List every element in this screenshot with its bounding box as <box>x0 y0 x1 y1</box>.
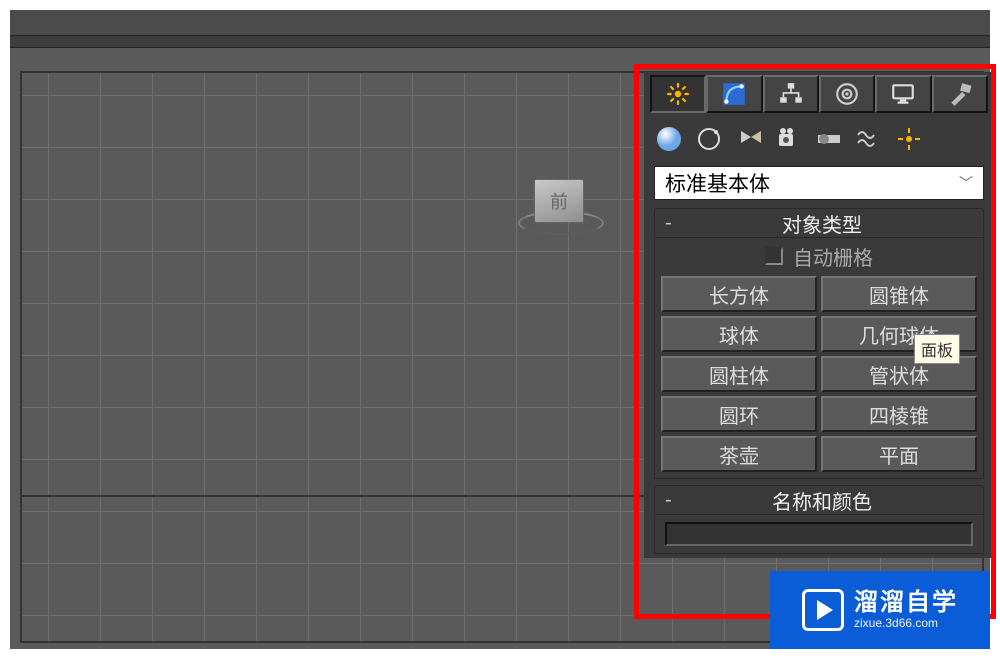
obj-btn-sphere[interactable]: 球体 <box>661 316 817 352</box>
obj-btn-teapot[interactable]: 茶壶 <box>661 436 817 472</box>
view-cube[interactable]: 前 <box>524 177 596 249</box>
category-helpers[interactable] <box>812 122 846 156</box>
main-toolbar <box>10 36 990 48</box>
command-panel: 标准基本体 ﹀ - 对象类型 自动栅格 长方体 圆锥体 球体 几何球体 圆柱体 <box>644 72 994 558</box>
command-panel-tabs <box>644 72 994 114</box>
create-star-icon <box>665 81 691 107</box>
obj-btn-pyramid[interactable]: 四棱锥 <box>821 396 977 432</box>
obj-btn-cone[interactable]: 圆锥体 <box>821 276 977 312</box>
tab-motion[interactable] <box>819 75 875 113</box>
obj-btn-cylinder[interactable]: 圆柱体 <box>661 356 817 392</box>
app-frame: 前 <box>0 0 1000 659</box>
category-geometry[interactable] <box>652 122 686 156</box>
dropdown-selected-label: 标准基本体 <box>665 168 770 198</box>
shapes-circle-icon <box>695 125 723 153</box>
rollout-name-color: - 名称和颜色 <box>654 485 984 554</box>
camera-icon <box>775 125 803 153</box>
light-spotlight-icon <box>735 125 763 153</box>
rollout-header-object-type[interactable]: - 对象类型 <box>654 208 984 238</box>
sphere-icon <box>654 124 684 154</box>
tooltip: 面板 <box>914 334 960 364</box>
modify-arc-icon <box>721 81 747 107</box>
category-systems[interactable] <box>892 122 926 156</box>
chevron-down-icon: ﹀ <box>959 173 973 193</box>
tab-utilities[interactable] <box>932 75 988 113</box>
rollout-title: 对象类型 <box>685 209 983 238</box>
obj-btn-box[interactable]: 长方体 <box>661 276 817 312</box>
create-category-row <box>644 114 994 162</box>
obj-btn-torus[interactable]: 圆环 <box>661 396 817 432</box>
tab-modify[interactable] <box>706 75 762 113</box>
rollout-title: 名称和颜色 <box>685 486 983 515</box>
utilities-hammer-icon <box>947 81 973 107</box>
watermark-play-icon <box>802 589 844 631</box>
tab-create[interactable] <box>650 75 706 113</box>
view-cube-face-front[interactable]: 前 <box>534 179 584 223</box>
obj-btn-plane[interactable]: 平面 <box>821 436 977 472</box>
watermark-title: 溜溜自学 <box>854 590 958 615</box>
object-type-buttons: 长方体 圆锥体 球体 几何球体 圆柱体 管状体 圆环 四棱锥 茶壶 平面 <box>655 274 983 478</box>
hierarchy-tree-icon <box>778 81 804 107</box>
collapse-minus-icon: - <box>665 212 685 235</box>
watermark: 溜溜自学 zixue.3d66.com <box>770 571 990 649</box>
autogrid-label: 自动栅格 <box>793 242 873 271</box>
tab-display[interactable] <box>875 75 931 113</box>
display-monitor-icon <box>890 81 916 107</box>
tab-hierarchy[interactable] <box>763 75 819 113</box>
systems-star-icon <box>895 125 923 153</box>
autogrid-checkbox[interactable] <box>765 247 783 265</box>
spacewarp-wave-icon <box>855 125 883 153</box>
object-name-input[interactable] <box>665 522 973 546</box>
category-cameras[interactable] <box>772 122 806 156</box>
motion-wheel-icon <box>834 81 860 107</box>
watermark-url: zixue.3d66.com <box>854 617 958 630</box>
helper-tape-icon <box>815 125 843 153</box>
category-spacewarps[interactable] <box>852 122 886 156</box>
autogrid-row[interactable]: 自动栅格 <box>655 238 983 274</box>
collapse-minus-icon: - <box>665 489 685 512</box>
rollout-header-name-color[interactable]: - 名称和颜色 <box>654 485 984 515</box>
category-lights[interactable] <box>732 122 766 156</box>
menubar <box>10 10 990 36</box>
primitive-type-dropdown[interactable]: 标准基本体 ﹀ <box>654 166 984 200</box>
category-shapes[interactable] <box>692 122 726 156</box>
